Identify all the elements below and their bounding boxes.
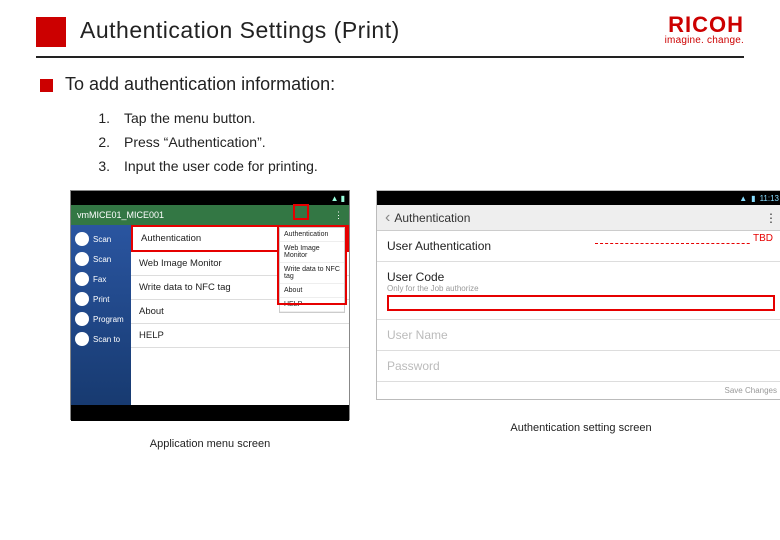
highlight-menu-button [293,204,309,220]
feature-icon [75,272,89,286]
figure-caption-right: Authentication setting screen [376,422,780,434]
device-name: vmMICE01_MICE001 [77,210,164,220]
battery-icon: ▮ [751,194,755,203]
step-item: 2. Press “Authentication”. [96,131,740,155]
steps-list: 1. Tap the menu button. 2. Press “Authenti… [96,107,740,178]
overflow-menu-icon[interactable]: ⋮ [765,211,777,225]
step-text: Input the user code for printing. [124,155,318,179]
sidebar-item: Print [71,289,131,309]
battery-icon: ▮ [341,194,345,203]
back-icon[interactable] [385,209,394,227]
feature-icon [75,332,89,346]
row-user-authentication[interactable]: User Authentication TBD [377,231,780,262]
sidebar-item: Program [71,309,131,329]
wifi-icon: ▲ [739,194,747,203]
step-text: Tap the menu button. [124,107,256,131]
highlight-dropdown [277,225,347,305]
menu-item-help[interactable]: HELP [131,324,349,348]
clock: 11:13 [760,194,779,203]
row-user-code[interactable]: User Code Only for the Job authorize [377,262,780,320]
screen-title: Authentication [394,211,765,225]
app-sidebar: Scan Scan Fax Print Program Scan to [71,225,131,405]
row-password: Password [377,351,780,382]
android-navbar [71,405,349,421]
auth-settings-screenshot: ▲ ▮ 11:13 Authentication ⋮ User Authentica… [376,190,780,400]
bullet-icon [40,79,53,92]
feature-icon [75,232,89,246]
step-text: Press “Authentication”. [124,131,266,155]
app-menu-screenshot: ▲▮ vmMICE01_MICE001 ⋮ Authentication Web… [70,190,350,420]
tbd-label: TBD [751,233,775,244]
sidebar-item: Scan to [71,329,131,349]
step-number: 3. [96,155,110,179]
callout-line [595,243,775,244]
save-changes-label[interactable]: Save Changes [377,382,780,399]
feature-icon [75,312,89,326]
row-user-name: User Name [377,320,780,351]
sidebar-item: Fax [71,269,131,289]
brand-name: RICOH [665,14,744,36]
brand-logo: RICOH imagine. change. [665,14,744,46]
step-number: 2. [96,131,110,155]
step-item: 1. Tap the menu button. [96,107,740,131]
section-heading: To add authentication information: [65,74,335,95]
overflow-menu-icon[interactable]: ⋮ [334,210,343,221]
step-item: 3. Input the user code for printing. [96,155,740,179]
title-bullet-block [36,17,66,47]
step-number: 1. [96,107,110,131]
settings-toolbar: Authentication ⋮ [377,205,780,231]
feature-icon [75,292,89,306]
page-title: Authentication Settings (Print) [80,17,400,44]
brand-tagline: imagine. change. [665,36,744,46]
highlight-user-code-input [387,295,775,311]
android-status-bar: ▲▮ [71,191,349,205]
sidebar-item: Scan [71,249,131,269]
android-status-bar: ▲ ▮ 11:13 [377,191,780,205]
figure-caption-left: Application menu screen [70,438,350,450]
feature-icon [75,252,89,266]
sidebar-item: Scan [71,229,131,249]
wifi-icon: ▲ [331,194,339,203]
